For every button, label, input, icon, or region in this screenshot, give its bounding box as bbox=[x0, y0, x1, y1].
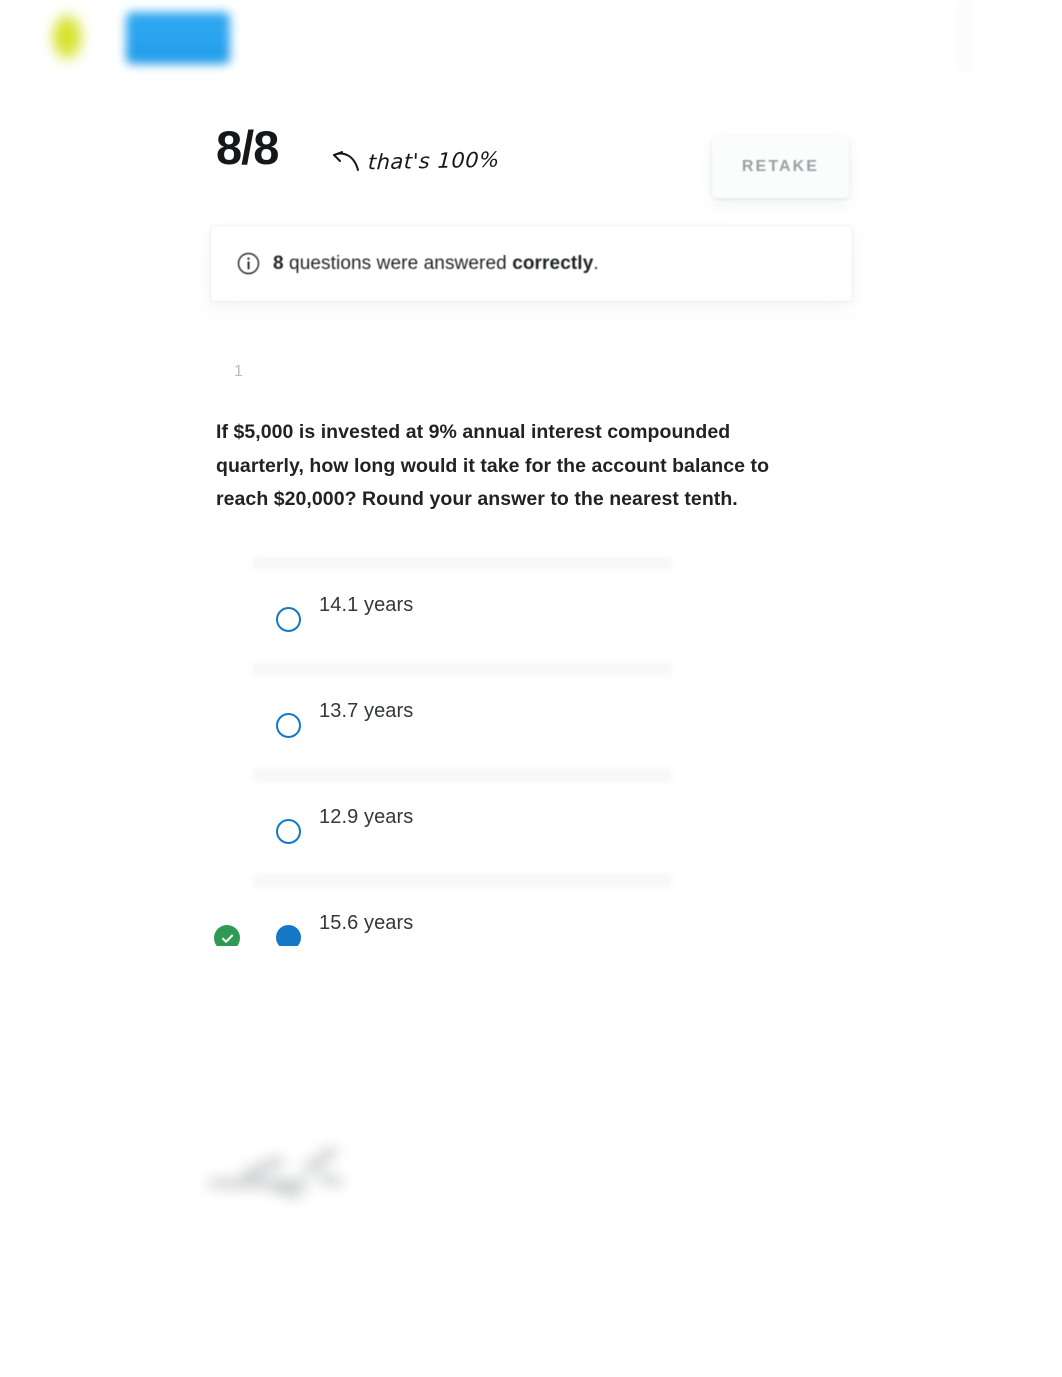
answer-options-list: 14.1 years 13.7 years 12.9 years 15.6 ye… bbox=[0, 556, 1062, 946]
answer-option[interactable]: 13.7 years bbox=[0, 662, 1062, 768]
question-number: 1 bbox=[234, 363, 244, 380]
option-label: 12.9 years bbox=[319, 806, 414, 828]
info-circle-icon bbox=[237, 252, 260, 275]
answer-option[interactable]: 12.9 years bbox=[0, 768, 1062, 874]
leaf-logo-mark-icon[interactable] bbox=[52, 12, 84, 62]
option-divider bbox=[253, 662, 672, 676]
option-divider bbox=[253, 768, 672, 782]
top-brand-bar bbox=[0, 0, 1062, 78]
curved-left-arrow-icon bbox=[333, 151, 359, 171]
option-radio[interactable] bbox=[276, 607, 301, 632]
correct-count: 8 bbox=[273, 252, 284, 274]
option-radio[interactable] bbox=[276, 819, 301, 844]
score-annotation-text: that's 100% bbox=[367, 147, 501, 175]
result-info-banner: 8 questions were answered correctly. bbox=[211, 226, 852, 301]
score-annotation: that's 100% bbox=[330, 148, 500, 174]
option-divider bbox=[253, 874, 672, 888]
banner-emphasis: correctly bbox=[512, 252, 594, 274]
top-right-divider bbox=[958, 0, 972, 72]
banner-middle-text: questions were answered bbox=[283, 252, 513, 274]
answer-option[interactable]: 15.6 years bbox=[0, 874, 1062, 946]
check-icon bbox=[221, 934, 233, 943]
question-text: If $5,000 is invested at 9% annual inter… bbox=[216, 421, 770, 510]
option-label: 14.1 years bbox=[319, 594, 414, 616]
correct-answer-badge bbox=[214, 925, 240, 946]
option-radio[interactable] bbox=[276, 713, 301, 738]
banner-period: . bbox=[593, 252, 599, 274]
option-label: 15.6 years bbox=[319, 912, 414, 934]
brand-wordmark-logo[interactable] bbox=[126, 12, 230, 64]
answer-option[interactable]: 14.1 years bbox=[0, 556, 1062, 662]
option-label: 13.7 years bbox=[319, 700, 414, 722]
option-divider bbox=[253, 556, 672, 570]
redacted-footer-artifact bbox=[205, 1145, 375, 1219]
option-radio-selected[interactable] bbox=[276, 925, 301, 946]
result-banner-text: 8 questions were answered correctly. bbox=[273, 253, 599, 275]
score-value: 8/8 bbox=[216, 121, 279, 174]
score-header: 8/8 that's 100% bbox=[0, 118, 1062, 214]
retake-button[interactable]: RETAKE bbox=[712, 136, 849, 198]
